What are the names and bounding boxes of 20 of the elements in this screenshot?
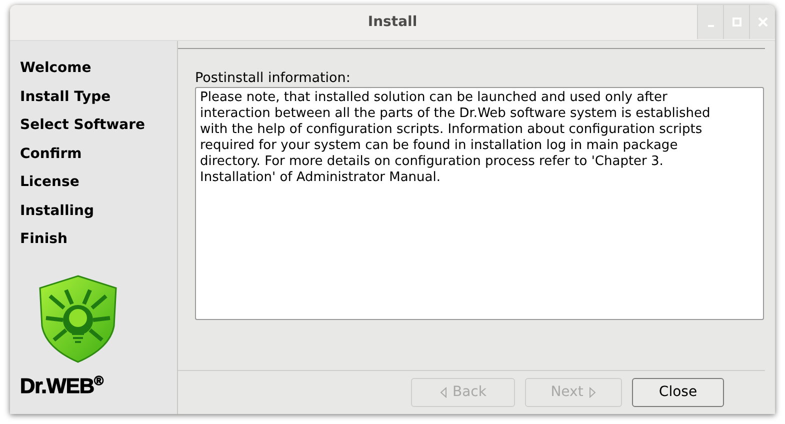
step-label: Confirm: [20, 144, 83, 164]
window-title: Install: [368, 13, 418, 32]
step-label: Finish: [20, 230, 68, 249]
close-window-button[interactable]: [749, 5, 775, 39]
step-label: License: [20, 173, 80, 192]
info-label: Postinstall information:: [195, 70, 352, 87]
maximize-button[interactable]: [723, 5, 749, 39]
left-arrow-icon: [440, 387, 446, 398]
step-label: Select Software: [20, 116, 146, 135]
shield-logo-icon: [36, 274, 120, 364]
step-label: Install Type: [20, 88, 112, 106]
minimize-button[interactable]: [697, 5, 723, 39]
step-label: Installing: [20, 202, 96, 220]
brand-name: Dr.WEB$^{®}$: [20, 372, 104, 400]
right-arrow-icon: [589, 387, 596, 398]
info-text-area[interactable]: Please note, that installed solution can be launched and used only after interaction between all the parts of the Dr.Web software system is established with the help of configuration scripts. Information about configuration scripts required for your system can be found in installation log in main package directory. For more details on configuration process refer to 'Chapter 3. Installation' of Administrator Manual.: [195, 87, 764, 320]
step-label: Welcome: [20, 59, 92, 78]
wizard-button[interactable]: Close: [632, 378, 724, 407]
close-icon: [758, 17, 768, 27]
maximize-icon: [732, 17, 742, 27]
